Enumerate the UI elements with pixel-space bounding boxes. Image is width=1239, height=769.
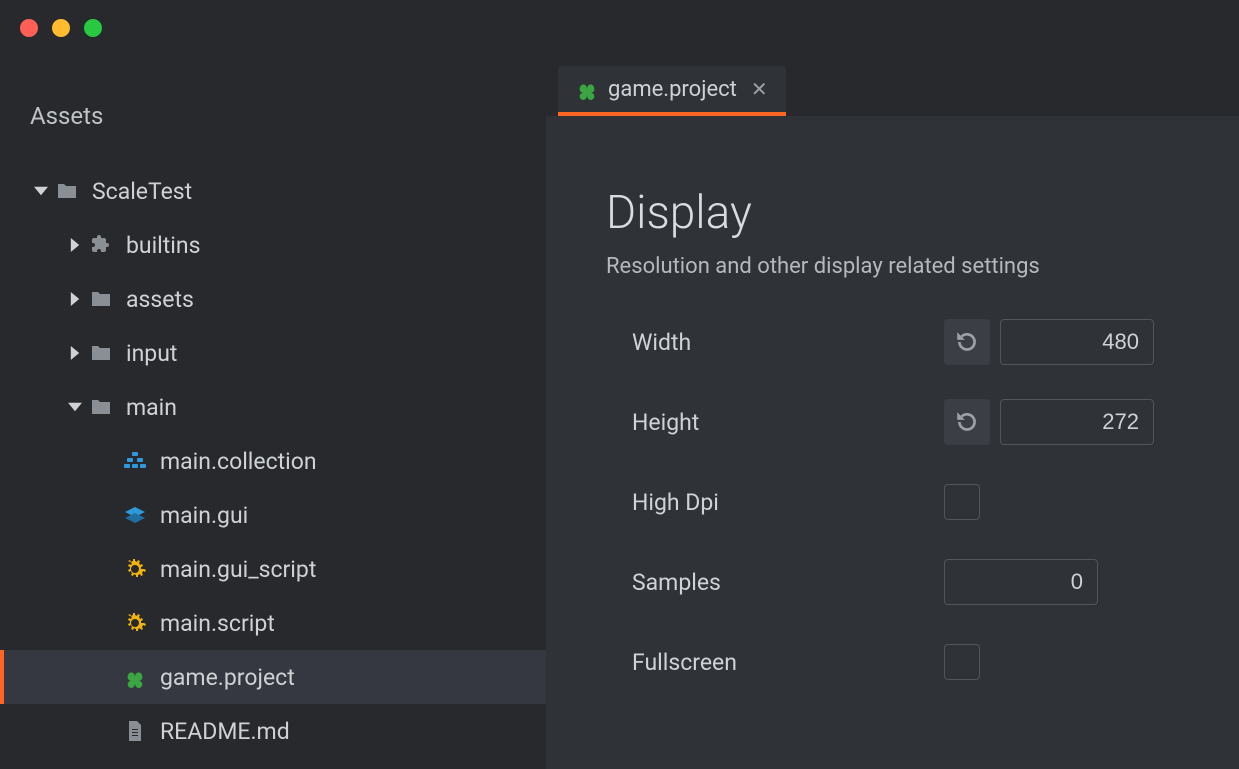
clover-icon xyxy=(120,666,150,688)
tree-item-label: main.gui xyxy=(160,502,248,529)
tree-item-label: game.project xyxy=(160,664,295,691)
window-titlebar xyxy=(0,0,1239,56)
chevron-right-icon[interactable] xyxy=(64,346,86,360)
field-label: Fullscreen xyxy=(632,649,944,676)
tree-item[interactable]: builtins xyxy=(0,218,546,272)
close-icon[interactable]: ✕ xyxy=(751,77,768,101)
tree-item[interactable]: main.collection xyxy=(0,434,546,488)
gear-icon xyxy=(120,557,150,581)
editor-area: game.project ✕ Display Resolution and ot… xyxy=(546,56,1239,769)
tree-item-label: main.gui_script xyxy=(160,556,316,583)
tree-item-label: main.script xyxy=(160,610,275,637)
samples-input[interactable] xyxy=(944,559,1098,605)
chevron-right-icon[interactable] xyxy=(64,238,86,252)
tab-game-project[interactable]: game.project ✕ xyxy=(558,66,786,116)
chevron-right-icon[interactable] xyxy=(64,292,86,306)
reset-button[interactable] xyxy=(944,319,990,365)
collection-icon xyxy=(120,449,150,473)
gear-icon xyxy=(120,611,150,635)
window-minimize-button[interactable] xyxy=(52,19,70,37)
folder-icon xyxy=(52,179,82,203)
form-row: Width xyxy=(632,319,1239,365)
assets-panel-title: Assets xyxy=(0,88,546,164)
field-label: High Dpi xyxy=(632,489,944,516)
tab-label: game.project xyxy=(608,77,737,102)
section-title: Display xyxy=(606,186,1239,240)
field-label: Width xyxy=(632,329,944,356)
undo-icon xyxy=(954,409,980,435)
tree-item-label: main.collection xyxy=(160,448,317,475)
puzzle-icon xyxy=(86,233,116,257)
field-label: Height xyxy=(632,409,944,436)
tree-item-label: builtins xyxy=(126,232,200,259)
high-dpi-checkbox[interactable] xyxy=(944,484,980,520)
folder-icon xyxy=(86,395,116,419)
form-row: Height xyxy=(632,399,1239,445)
tree-item[interactable]: main xyxy=(0,380,546,434)
gui-icon xyxy=(120,503,150,527)
chevron-down-icon[interactable] xyxy=(30,184,52,198)
editor-tabbar: game.project ✕ xyxy=(546,56,1239,116)
form-row: Samples xyxy=(632,559,1239,605)
tree-item[interactable]: ScaleTest xyxy=(0,164,546,218)
tree-item[interactable]: main.gui xyxy=(0,488,546,542)
folder-icon xyxy=(86,287,116,311)
folder-icon xyxy=(86,341,116,365)
assets-panel: Assets ScaleTest builtins assets input main m… xyxy=(0,56,546,769)
tree-item[interactable]: game.project xyxy=(0,650,546,704)
window-zoom-button[interactable] xyxy=(84,19,102,37)
tree-item-label: main xyxy=(126,394,177,421)
tree-item[interactable]: input xyxy=(0,326,546,380)
tree-item[interactable]: main.gui_script xyxy=(0,542,546,596)
form-row: Fullscreen xyxy=(632,639,1239,685)
reset-button[interactable] xyxy=(944,399,990,445)
tree-item-label: ScaleTest xyxy=(92,178,192,205)
field-label: Samples xyxy=(632,569,944,596)
clover-icon xyxy=(576,78,598,100)
display-form: Width Height High Dpi Samples Fullscreen xyxy=(606,319,1239,685)
tree-item-label: README.md xyxy=(160,718,290,745)
tree-item[interactable]: main.script xyxy=(0,596,546,650)
display-section: Display Resolution and other display rel… xyxy=(546,116,1239,685)
section-subtitle: Resolution and other display related set… xyxy=(606,254,1239,279)
tree-item-label: input xyxy=(126,340,177,367)
tree-item[interactable]: assets xyxy=(0,272,546,326)
height-input[interactable] xyxy=(1000,399,1154,445)
window-close-button[interactable] xyxy=(20,19,38,37)
tree-item-label: assets xyxy=(126,286,194,313)
assets-tree: ScaleTest builtins assets input main main.col… xyxy=(0,164,546,758)
document-icon xyxy=(120,719,150,743)
form-row: High Dpi xyxy=(632,479,1239,525)
width-input[interactable] xyxy=(1000,319,1154,365)
fullscreen-checkbox[interactable] xyxy=(944,644,980,680)
tree-item[interactable]: README.md xyxy=(0,704,546,758)
undo-icon xyxy=(954,329,980,355)
chevron-down-icon[interactable] xyxy=(64,400,86,414)
